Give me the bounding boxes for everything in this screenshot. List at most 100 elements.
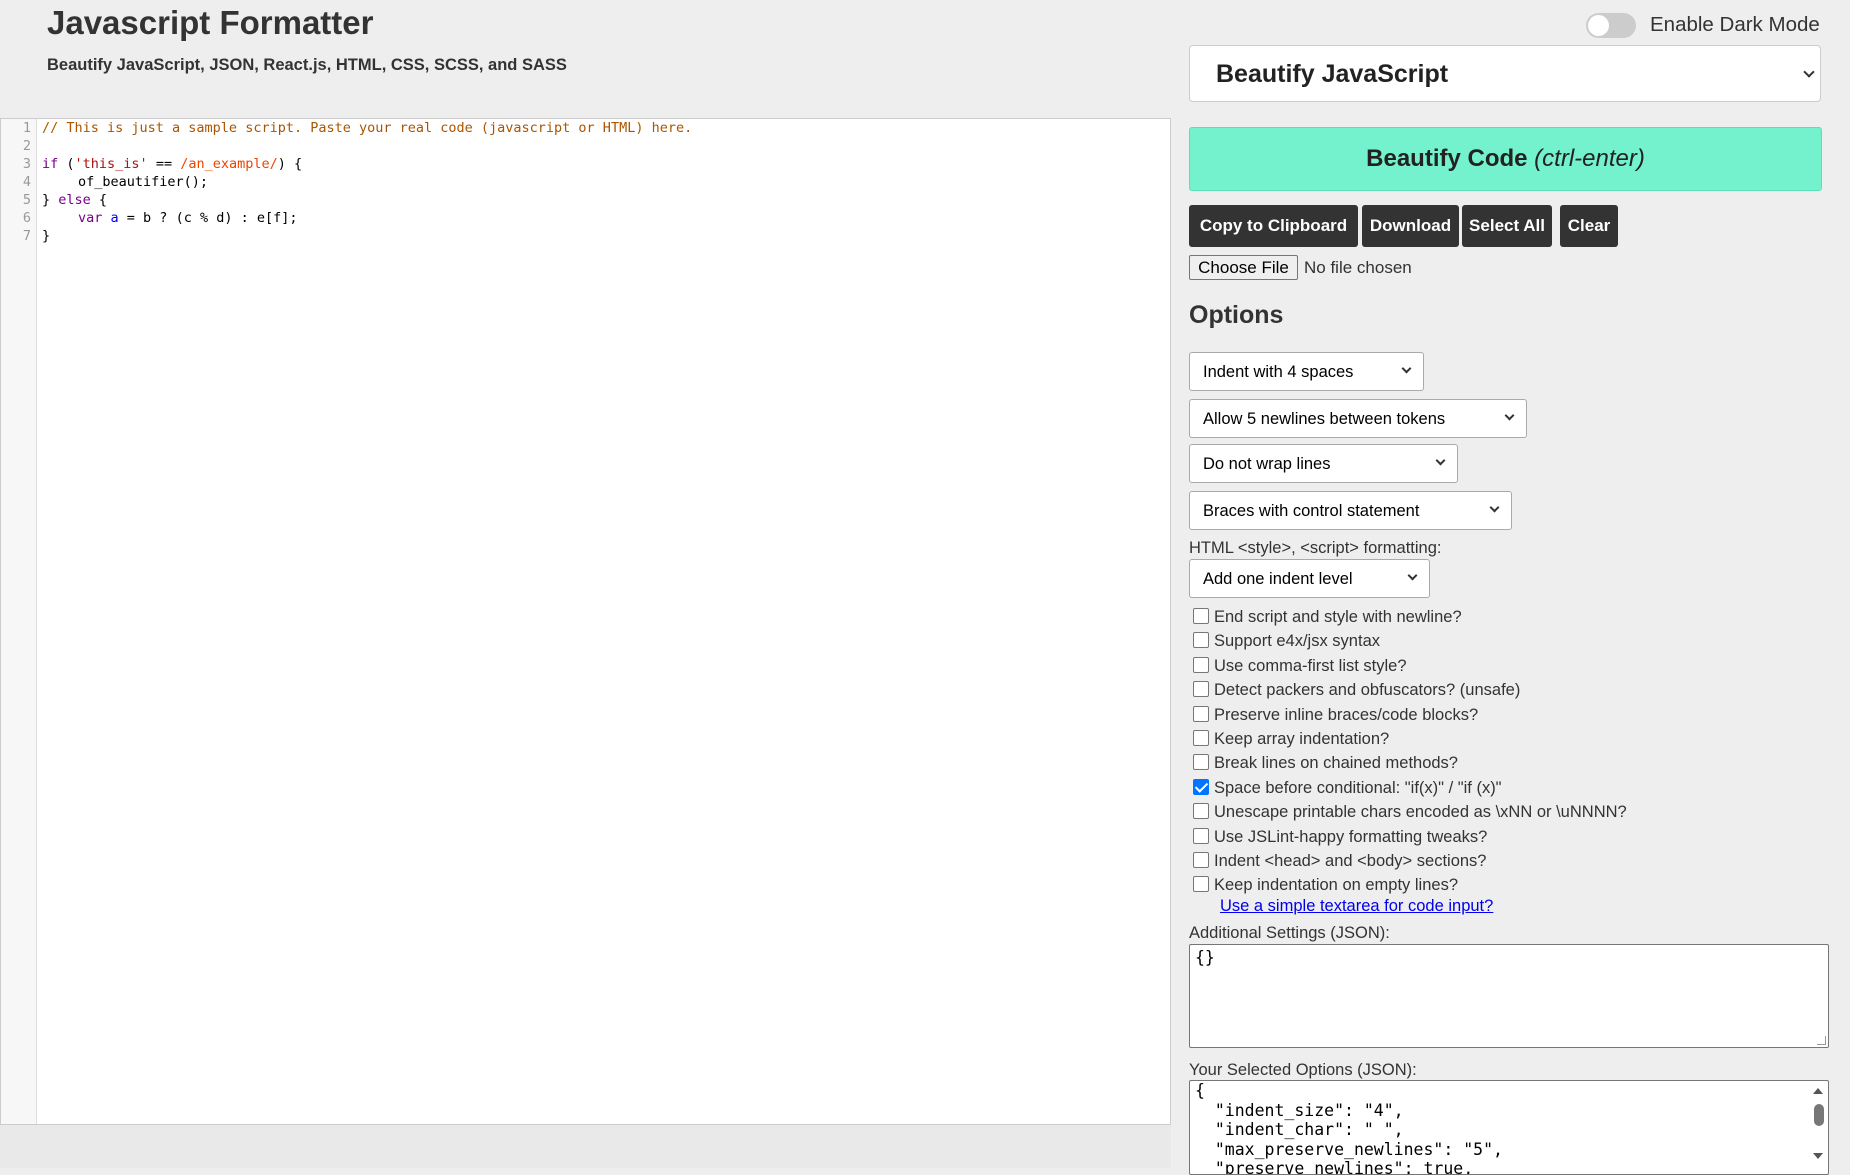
code-line: } else { [42, 191, 1170, 209]
newlines-select-value: Allow 5 newlines between tokens [1203, 410, 1446, 428]
html-formatting-select[interactable]: Add one indent level [1189, 559, 1430, 598]
copy-to-clipboard-button[interactable]: Copy to Clipboard [1189, 205, 1358, 247]
scrollbar-thumb[interactable] [1814, 1104, 1824, 1126]
option-preserve-inline-braces: Preserve inline braces/code blocks? [1193, 704, 1753, 726]
checkbox-label: Unescape printable chars encoded as \xNN… [1214, 803, 1627, 821]
json-line: "indent_size": "4", [1195, 1100, 1404, 1120]
scroll-up-icon[interactable] [1813, 1088, 1823, 1094]
newlines-select[interactable]: Allow 5 newlines between tokens [1189, 399, 1527, 438]
selected-options-label: Your Selected Options (JSON): [1189, 1061, 1417, 1079]
chevron-down-icon [1803, 66, 1815, 78]
simple-textarea-link[interactable]: Use a simple textarea for code input? [1220, 897, 1493, 916]
option-indent-empty-lines: Keep indentation on empty lines? [1193, 874, 1753, 896]
checkbox-label: Preserve inline braces/code blocks? [1214, 706, 1479, 724]
code-lines[interactable]: // This is just a sample script. Paste y… [42, 119, 1170, 245]
checkbox-label: Support e4x/jsx syntax [1214, 632, 1380, 650]
code-line: if ('this_is' == /an_example/) { [42, 155, 1170, 173]
checkbox[interactable] [1193, 681, 1209, 697]
option-end-with-newline: End script and style with newline? [1193, 606, 1753, 628]
code-editor[interactable]: 1 2 3 4 5 6 7 // This is just a sample s… [0, 118, 1171, 1125]
code-text: ) { [277, 156, 303, 172]
code-text: == [147, 156, 181, 172]
choose-file-button[interactable]: Choose File [1189, 255, 1298, 280]
indent-select-value: Indent with 4 spaces [1203, 363, 1354, 381]
beautify-button-label: Beautify Code [1366, 145, 1528, 172]
code-text: ( [58, 156, 75, 172]
line-number-gutter: 1 2 3 4 5 6 7 [1, 119, 37, 1124]
html-formatting-label: HTML <style>, <script> formatting: [1189, 539, 1442, 557]
checkbox[interactable] [1193, 730, 1209, 746]
checkbox-checked[interactable] [1193, 779, 1209, 795]
wrap-select[interactable]: Do not wrap lines [1189, 444, 1458, 483]
option-unescape-strings: Unescape printable chars encoded as \xNN… [1193, 801, 1753, 823]
checkbox[interactable] [1193, 706, 1209, 722]
code-line: of_beautifier(); [42, 173, 1170, 191]
code-line: // This is just a sample script. Paste y… [42, 119, 1170, 137]
indent-select[interactable]: Indent with 4 spaces [1189, 352, 1424, 391]
option-break-chained-methods: Break lines on chained methods? [1193, 752, 1753, 774]
line-number: 2 [22, 138, 31, 154]
file-status: No file chosen [1304, 258, 1412, 277]
download-button[interactable]: Download [1362, 205, 1459, 247]
checkbox[interactable] [1193, 828, 1209, 844]
select-all-button[interactable]: Select All [1462, 205, 1552, 247]
option-e4x-jsx: Support e4x/jsx syntax [1193, 630, 1753, 652]
page-title: Javascript Formatter [47, 4, 374, 41]
braces-select-value: Braces with control statement [1203, 502, 1420, 520]
chevron-down-icon [1401, 363, 1412, 374]
chevron-down-icon [1504, 410, 1515, 421]
code-line: } [42, 227, 1170, 245]
additional-settings-value: {} [1195, 948, 1215, 967]
html-formatting-select-value: Add one indent level [1203, 570, 1353, 588]
code-keyword: var [78, 210, 103, 226]
chevron-down-icon [1407, 570, 1418, 581]
options-heading: Options [1189, 301, 1284, 329]
page-subtitle: Beautify JavaScript, JSON, React.js, HTM… [47, 56, 567, 74]
code-text: } [42, 228, 51, 244]
json-line: "preserve_newlines": true, [1195, 1159, 1474, 1175]
checkbox[interactable] [1193, 754, 1209, 770]
scroll-down-icon[interactable] [1813, 1153, 1823, 1159]
checkbox[interactable] [1193, 632, 1209, 648]
code-line: var a = b ? (c % d) : e[f]; [42, 209, 1170, 227]
option-detect-packers: Detect packers and obfuscators? (unsafe) [1193, 679, 1753, 701]
line-number: 4 [22, 174, 31, 190]
line-number: 7 [22, 228, 31, 244]
checkbox[interactable] [1193, 657, 1209, 673]
checkbox-label: Use JSLint-happy formatting tweaks? [1214, 828, 1488, 846]
code-text: { [90, 192, 108, 208]
code-keyword: if [42, 156, 59, 172]
wrap-select-value: Do not wrap lines [1203, 455, 1331, 473]
checkbox-label: Keep indentation on empty lines? [1214, 876, 1459, 894]
resize-handle-icon[interactable] [1817, 1036, 1826, 1045]
option-space-before-conditional: Space before conditional: "if(x)" / "if … [1193, 777, 1753, 799]
toggle-knob [1588, 15, 1609, 36]
line-number: 1 [22, 120, 31, 136]
dark-mode-toggle[interactable] [1586, 13, 1636, 38]
line-number: 5 [22, 192, 31, 208]
clear-button[interactable]: Clear [1560, 205, 1618, 247]
beautify-button[interactable]: Beautify Code (ctrl-enter) [1189, 127, 1822, 191]
checkbox[interactable] [1193, 803, 1209, 819]
option-keep-array-indentation: Keep array indentation? [1193, 728, 1753, 750]
checkbox-label: Use comma-first list style? [1214, 657, 1407, 675]
braces-select[interactable]: Braces with control statement [1189, 491, 1512, 530]
code-text: = b ? (c % d) : e[f]; [118, 210, 298, 226]
checkbox[interactable] [1193, 852, 1209, 868]
checkbox-label: Keep array indentation? [1214, 730, 1390, 748]
option-jslint-happy: Use JSLint-happy formatting tweaks? [1193, 826, 1753, 848]
dark-mode-label: Enable Dark Mode [1650, 13, 1820, 36]
checkbox-label: End script and style with newline? [1214, 608, 1462, 626]
checkbox-label: Space before conditional: "if(x)" / "if … [1214, 779, 1502, 797]
additional-settings-textarea[interactable]: {} [1189, 944, 1829, 1048]
checkbox[interactable] [1193, 876, 1209, 892]
selected-options-textarea[interactable]: { "indent_size": "4", "indent_char": " "… [1189, 1080, 1829, 1175]
code-string: 'this_is' [74, 156, 148, 172]
checkbox[interactable] [1193, 608, 1209, 624]
code-variable: a [110, 210, 119, 226]
mode-select-value: Beautify JavaScript [1216, 60, 1449, 88]
mode-select[interactable]: Beautify JavaScript [1189, 45, 1821, 102]
checkbox-label: Indent <head> and <body> sections? [1214, 852, 1487, 870]
